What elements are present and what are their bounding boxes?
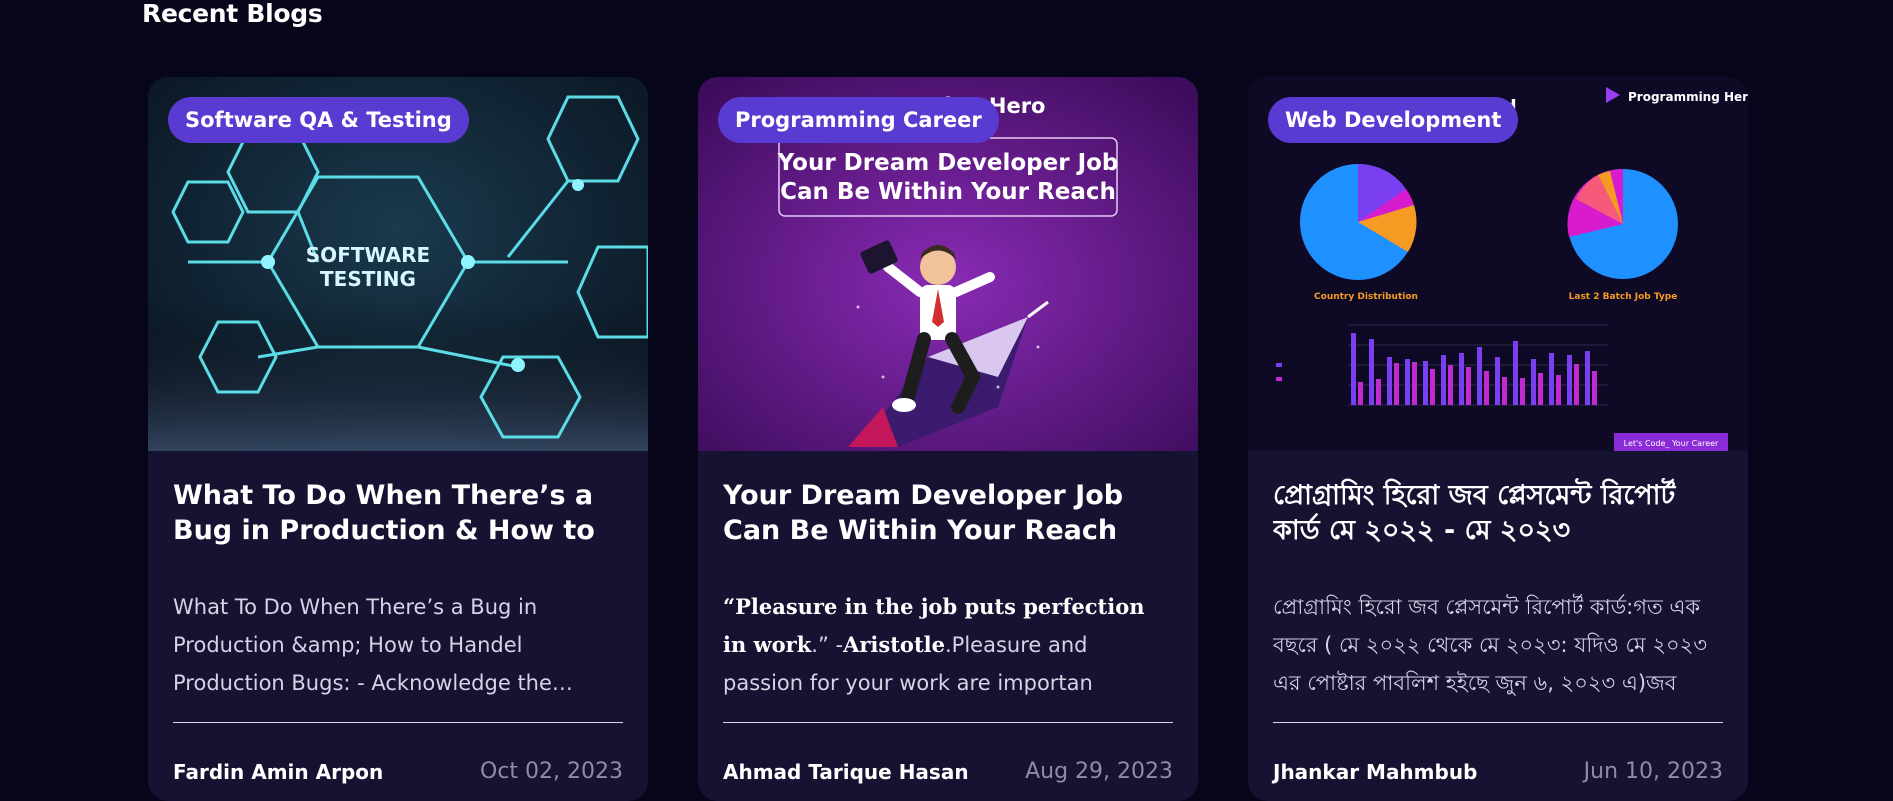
divider bbox=[173, 722, 623, 723]
blog-card[interactable]: t Card Programming Hero Country Distribu… bbox=[1248, 77, 1748, 801]
thumbnail-text: TESTING bbox=[320, 267, 416, 291]
thumbnail-chart-label: Last 2 Batch Job Type bbox=[1569, 292, 1678, 302]
author-name: Jhankar Mahmbub bbox=[1273, 759, 1478, 784]
category-badge[interactable]: Web Development bbox=[1268, 97, 1519, 143]
blog-card[interactable]: ming Hero Your Dream Developer Job Can B… bbox=[698, 77, 1198, 801]
category-badge[interactable]: Software QA & Testing bbox=[168, 97, 469, 143]
blog-thumbnail[interactable]: SOFTWARE TESTING Software QA & Testing bbox=[148, 77, 648, 451]
blog-excerpt: “Pleasure in the job puts perfection in … bbox=[723, 588, 1173, 702]
blog-excerpt: What To Do When There’s a Bug in Product… bbox=[173, 595, 573, 695]
section-title: Recent Blogs bbox=[142, 0, 323, 28]
blog-title[interactable]: প্রোগ্রামিং হিরো জব প্লেসমেন্ট রিপোর্ট ক… bbox=[1273, 478, 1723, 550]
thumbnail-chart-label: Country Distribution bbox=[1314, 292, 1418, 302]
category-badge[interactable]: Programming Career bbox=[718, 97, 999, 143]
divider bbox=[723, 722, 1173, 723]
blog-card[interactable]: SOFTWARE TESTING Software QA & Testing W… bbox=[148, 77, 648, 801]
blog-title[interactable]: Your Dream Developer Job Can Be Within Y… bbox=[723, 478, 1173, 550]
blog-excerpt: প্রোগ্রামিং হিরো জব প্লেসমেন্ট রিপোর্ট ক… bbox=[1273, 595, 1707, 695]
thumbnail-footer: Let's Code_ Your Career bbox=[1624, 439, 1719, 448]
divider bbox=[1273, 722, 1723, 723]
blog-thumbnail[interactable]: ming Hero Your Dream Developer Job Can B… bbox=[698, 77, 1198, 451]
excerpt-quote-author: Aristotle bbox=[843, 632, 945, 657]
post-date: Oct 02, 2023 bbox=[480, 759, 623, 784]
author-name: Fardin Amin Arpon bbox=[173, 759, 384, 784]
post-date: Jun 10, 2023 bbox=[1583, 759, 1723, 784]
blog-thumbnail[interactable]: t Card Programming Hero Country Distribu… bbox=[1248, 77, 1748, 451]
blog-card-list: SOFTWARE TESTING Software QA & Testing W… bbox=[148, 77, 1748, 801]
thumbnail-headline: Your Dream Developer Job bbox=[777, 150, 1119, 176]
blog-title[interactable]: What To Do When There’s a Bug in Product… bbox=[173, 478, 623, 550]
thumbnail-text: SOFTWARE bbox=[306, 243, 430, 267]
excerpt-text: .” - bbox=[811, 633, 844, 657]
thumbnail-headline: Can Be Within Your Reach bbox=[780, 179, 1116, 205]
thumbnail-brand: Programming Hero bbox=[1628, 90, 1748, 104]
post-date: Aug 29, 2023 bbox=[1025, 759, 1173, 784]
author-name: Ahmad Tarique Hasan bbox=[723, 759, 969, 784]
